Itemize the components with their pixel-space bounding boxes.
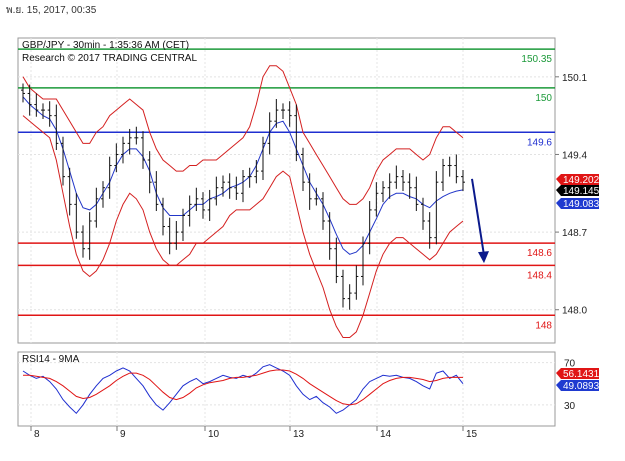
level-label: 149.6 — [527, 137, 552, 148]
level-label: 148.4 — [527, 270, 552, 281]
time-tick-label: 13 — [293, 429, 305, 440]
price-tick-label: 148.0 — [562, 306, 587, 317]
price-tag-label: 149.083 — [563, 199, 600, 210]
level-label: 150 — [535, 93, 552, 104]
level-label: 150.35 — [521, 54, 552, 65]
price-tag-label: 149.202 — [563, 175, 600, 186]
rsi-tag-label: 56.1431 — [563, 369, 600, 380]
level-label: 148.6 — [527, 248, 552, 259]
time-tick-label: 9 — [120, 429, 126, 440]
time-tick-label: 10 — [208, 429, 220, 440]
price-tag-label: 149.145 — [563, 186, 600, 197]
time-tick-label: 14 — [380, 429, 392, 440]
rsi-title: RSI14 - 9MA — [22, 354, 80, 365]
time-tick-label: 8 — [34, 429, 40, 440]
chart-title: GBP/JPY - 30min - 1:35:36 AM (CET) — [22, 40, 189, 51]
price-tick-label: 148.7 — [562, 228, 587, 239]
rsi-tags: 56.143149.0893 — [556, 368, 600, 392]
time-tick-label: 15 — [466, 429, 478, 440]
rsi-panel-frame — [17, 351, 556, 427]
price-tick-label: 149.4 — [562, 150, 587, 161]
rsi-tick-label: 30 — [564, 401, 576, 412]
price-tick-label: 150.1 — [562, 73, 587, 84]
rsi-tick-label: 70 — [564, 359, 576, 370]
chart-subtitle: Research © 2017 TRADING CENTRAL — [22, 53, 197, 64]
chart-canvas: 150.35150149.6148.6148.4148 150.1149.414… — [17, 37, 600, 440]
price-tags: 149.202149.145 149.083 — [556, 174, 600, 210]
time-axis: 8 9 10 13 14 15 — [30, 426, 478, 440]
rsi-tag-label: 49.0893 — [563, 381, 600, 392]
level-label: 148 — [535, 320, 552, 331]
